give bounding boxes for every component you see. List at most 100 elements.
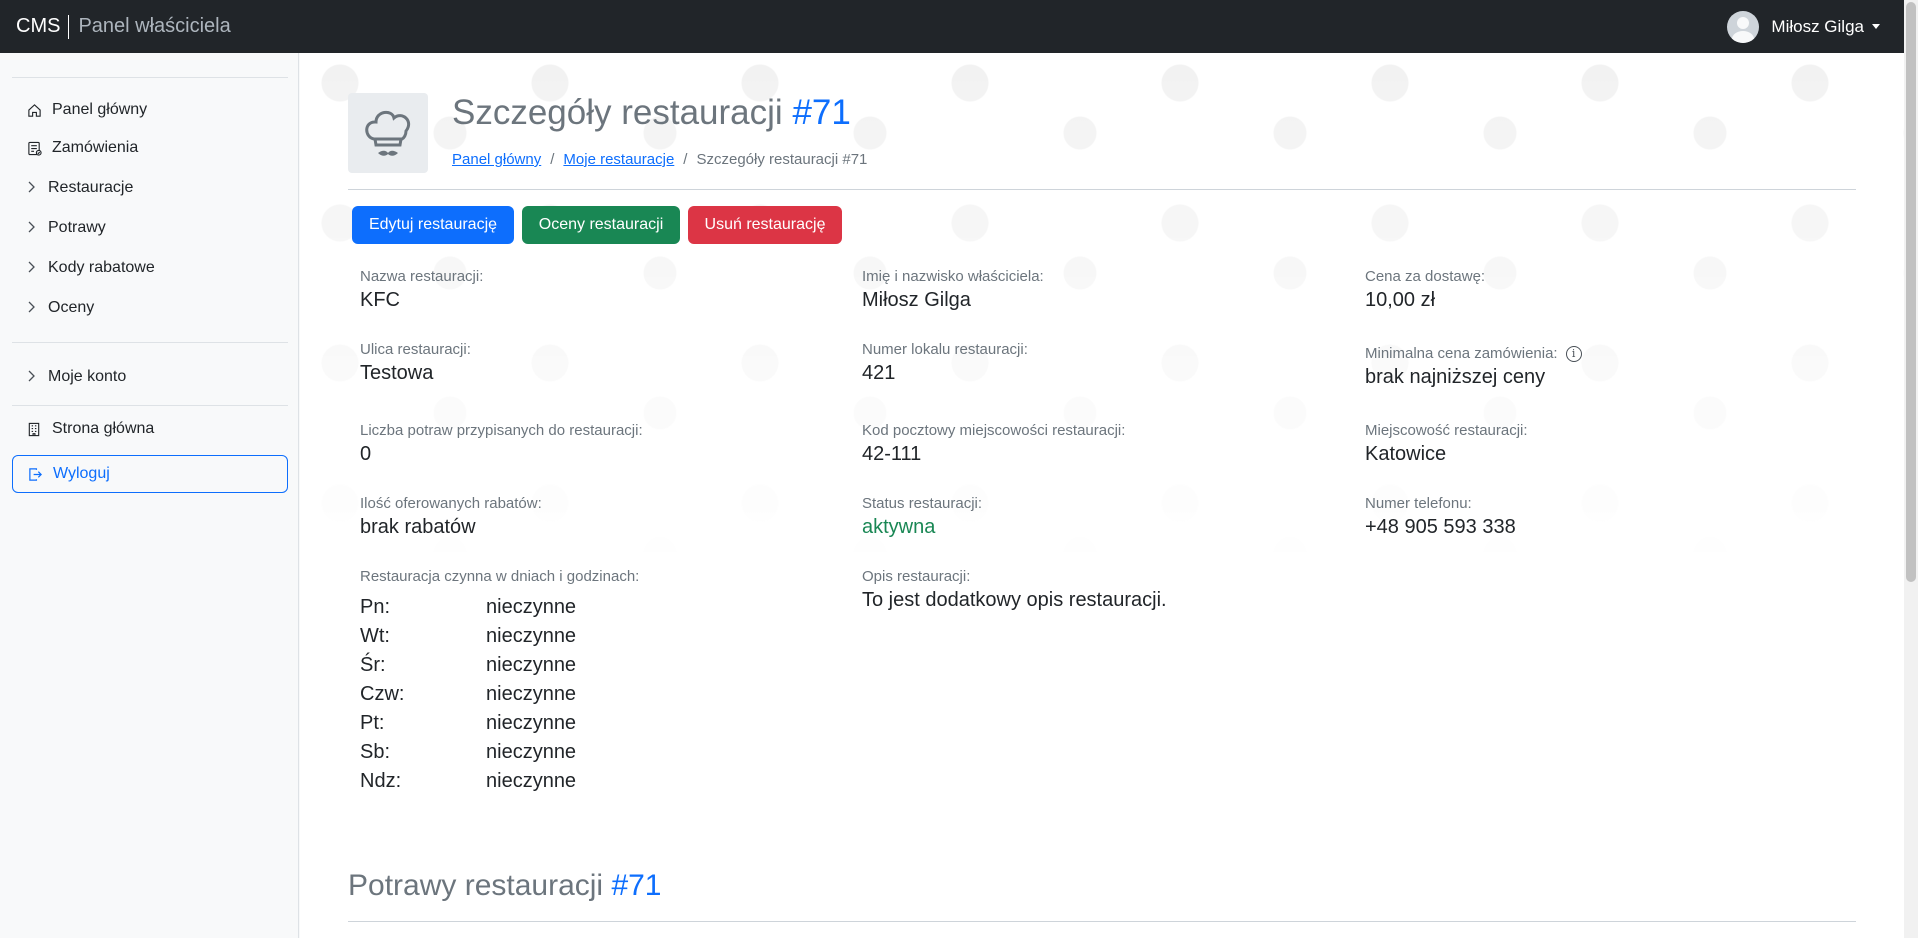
restaurant-logo [348,93,428,173]
page-title-text: Szczegóły restauracji [452,93,783,132]
hours-value: nieczynne [486,596,577,618]
dishes-section-title: Potrawy restauracji #71 [348,869,662,903]
restaurant-ratings-button[interactable]: Oceny restauracji [522,206,680,244]
field-restaurant-name: Nazwa restauracji: KFC [360,268,483,312]
sidebar-item-discount-codes[interactable]: Kody rabatowe [12,249,288,287]
delete-restaurant-button[interactable]: Usuń restaurację [688,206,842,244]
breadcrumb-separator: / [550,151,555,168]
hours-row: Wt: nieczynne [360,622,576,651]
field-label: Imię i nazwisko właściciela: [862,268,1044,285]
user-name: Miłosz Gilga [1771,16,1864,36]
sidebar-item-my-account[interactable]: Moje konto [12,358,288,396]
hours-day: Wt: [360,625,390,647]
brand[interactable]: CMS Panel właściciela [0,14,231,39]
info-icon[interactable]: i [1565,345,1582,362]
field-owner: Imię i nazwisko właściciela: Miłosz Gilg… [862,268,1044,312]
user-menu-toggle[interactable]: Miłosz Gilga [1727,0,1880,53]
hours-value: nieczynne [486,625,577,647]
sidebar: Panel główny Zamówienia Restauracje Potr… [0,53,299,938]
hours-day: Czw: [360,683,405,705]
avatar [1727,10,1760,43]
field-label: Numer telefonu: [1365,495,1472,512]
breadcrumb-dashboard-link[interactable]: Panel główny [452,151,541,168]
sidebar-item-home-page[interactable]: Strona główna [12,410,288,448]
hours-value: nieczynne [486,712,577,734]
sidebar-item-label: Restauracje [48,179,134,196]
building-icon [26,421,42,437]
page-title-id: #71 [792,93,851,132]
hours-value: nieczynne [486,741,577,763]
field-city: Miejscowość restauracji: Katowice [1365,422,1528,466]
edit-restaurant-button[interactable]: Edytuj restaurację [352,206,514,244]
sidebar-item-label: Moje konto [48,368,127,385]
status-badge: aktywna [862,516,936,538]
sidebar-item-label: Panel główny [52,101,148,118]
sidebar-divider [12,405,288,406]
field-local-number: Numer lokalu restauracji: 421 [862,341,1028,385]
header-divider [348,189,1856,190]
chevron-right-icon [26,370,38,385]
opening-hours-list: Pn: nieczynne Wt: nieczynne Śr: nieczynne C… [360,593,576,796]
field-value: KFC [360,289,400,311]
field-dishes-count: Liczba potraw przypisanych do restauracj… [360,422,643,466]
logout-icon [27,466,43,482]
section-title-id: #71 [611,869,662,902]
sidebar-item-label: Strona główna [52,420,155,437]
hours-day: Śr: [360,654,386,676]
sidebar-item-ratings[interactable]: Oceny [12,289,288,327]
field-value: +48 905 593 338 [1365,516,1516,538]
field-label: Liczba potraw przypisanych do restauracj… [360,422,643,439]
field-street: Ulica restauracji: Testowa [360,341,471,385]
field-label: Numer lokalu restauracji: [862,341,1028,358]
section-divider [348,921,1856,922]
sidebar-item-label: Kody rabatowe [48,259,155,276]
field-value: 421 [862,362,896,384]
hours-value: nieczynne [486,654,577,676]
hours-value: nieczynne [486,683,577,705]
home-icon [26,102,42,118]
field-label: Status restauracji: [862,495,983,512]
field-label: Restauracja czynna w dniach i godzinach: [360,568,640,585]
chevron-right-icon [26,301,38,316]
hours-value: nieczynne [486,770,577,792]
section-title-text: Potrawy restauracji [348,869,604,902]
hours-day: Pt: [360,712,385,734]
hours-row: Pn: nieczynne [360,593,576,622]
hours-row: Pt: nieczynne [360,709,576,738]
hours-day: Sb: [360,741,391,763]
chevron-right-icon [26,221,38,236]
page-title: Szczegóły restauracji #71 [452,93,851,133]
sidebar-item-dashboard[interactable]: Panel główny [12,91,288,129]
field-description: Opis restauracji: To jest dodatkowy opis… [862,568,1167,612]
sidebar-item-label: Potrawy [48,219,106,236]
field-postal-code: Kod pocztowy miejscowości restauracji: 4… [862,422,1125,466]
sidebar-item-orders[interactable]: Zamówienia [12,129,288,167]
chef-hat-icon [365,110,411,156]
hours-day: Ndz: [360,770,402,792]
logout-button[interactable]: Wyloguj [12,455,288,493]
field-value: Testowa [360,362,434,384]
top-navbar: CMS Panel właściciela Miłosz Gilga [0,0,1918,53]
sidebar-divider [12,77,288,78]
sidebar-item-label: Oceny [48,299,95,316]
page-scrollbar[interactable] [1904,0,1918,938]
breadcrumb-separator: / [683,151,688,168]
hours-row: Czw: nieczynne [360,680,576,709]
sidebar-item-dishes[interactable]: Potrawy [12,209,288,247]
scrollbar-thumb[interactable] [1906,2,1916,582]
field-label: Ulica restauracji: [360,341,471,358]
breadcrumb-restaurants-link[interactable]: Moje restauracje [563,151,674,168]
field-label-text: Minimalna cena zamówienia: [1365,345,1558,362]
field-phone: Numer telefonu: +48 905 593 338 [1365,495,1516,539]
field-label: Nazwa restauracji: [360,268,484,285]
sidebar-item-label: Zamówienia [52,139,139,156]
field-delivery-price: Cena za dostawę: 10,00 zł [1365,268,1485,312]
sidebar-item-restaurants[interactable]: Restauracje [12,169,288,207]
field-value: 10,00 zł [1365,289,1436,311]
field-value: 0 [360,443,372,465]
main-content: Szczegóły restauracji #71 Panel główny / M… [300,53,1904,938]
hours-row: Ndz: nieczynne [360,767,576,796]
logout-label: Wyloguj [53,465,110,482]
field-min-order: Minimalna cena zamówienia: i brak najniż… [1365,345,1582,389]
chevron-right-icon [26,261,38,276]
